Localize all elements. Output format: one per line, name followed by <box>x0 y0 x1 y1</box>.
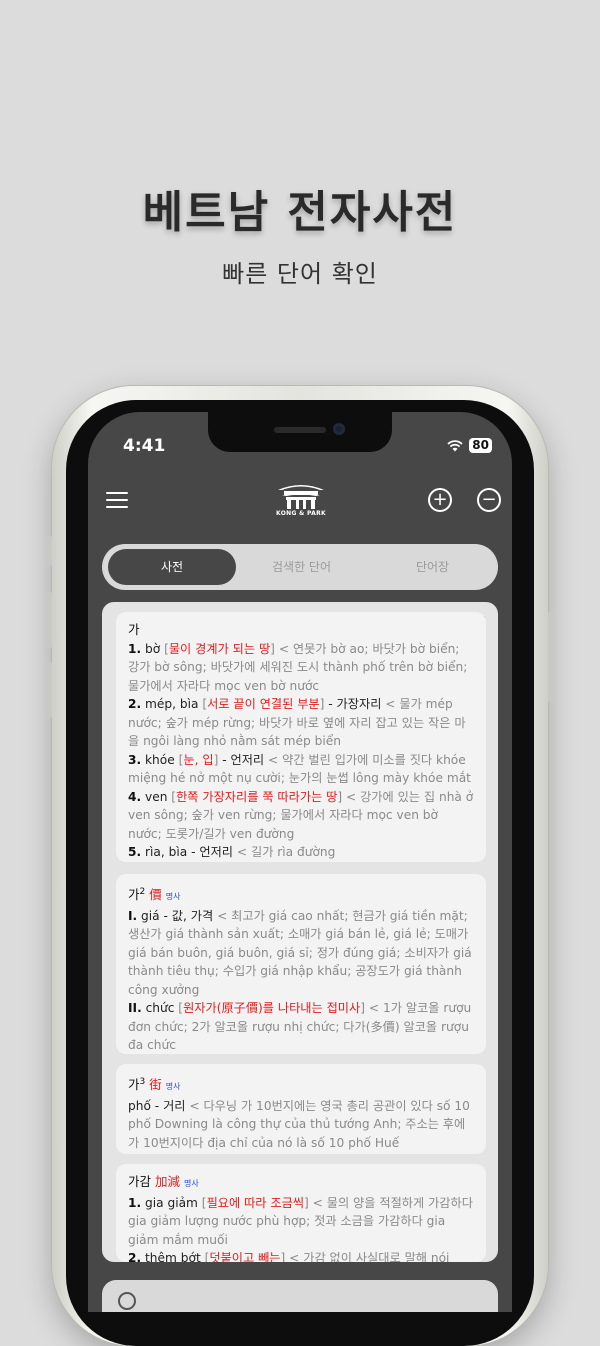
status-time: 4:41 <box>123 436 166 456</box>
app-screen: 4:41 80 KONG & PARK + − 사전 검색한 단어 단어장 가 … <box>88 412 512 1312</box>
tab-search-history[interactable]: 검색한 단어 <box>236 549 367 585</box>
promo-title: 베트남 전자사전 <box>142 187 458 238</box>
entry-headword: 가2 價 명사 <box>128 887 181 903</box>
phone-power-button <box>548 612 553 702</box>
zoom-in-button[interactable]: + <box>428 488 452 512</box>
phone-volume-down <box>47 662 52 718</box>
sense: 1. bờ [물이 경계가 되는 땅] < 연못가 bờ ao; 바닷가 bờ … <box>128 641 468 693</box>
phone-volume-up <box>47 592 52 648</box>
sense: 3. khóe [눈, 입] - 언저리 < 약간 벌린 입가에 미소를 짓다 … <box>128 752 471 786</box>
gate-icon <box>278 485 324 509</box>
part-of-speech: 명사 <box>165 892 181 902</box>
tab-dictionary[interactable]: 사전 <box>108 549 236 585</box>
search-icon <box>118 1292 136 1310</box>
notch <box>208 412 392 452</box>
sense: 4. ven [한쪽 가장자리를 쭉 따라가는 땅] < 강가에 있는 집 nh… <box>128 789 474 841</box>
search-bar[interactable] <box>102 1280 498 1312</box>
part-of-speech: 명사 <box>165 1082 181 1092</box>
brand-logo: KONG & PARK <box>276 482 326 522</box>
sense: 1. gia giảm [필요에 따라 조금씩] < 물의 양을 적절하게 가감… <box>128 1195 473 1247</box>
entry-card[interactable]: 가감 加減 명사 1. gia giảm [필요에 따라 조금씩] < 물의 양을 … <box>116 1164 486 1262</box>
entry-list[interactable]: 가 1. bờ [물이 경계가 되는 땅] < 연못가 bờ ao; 바닷가 b… <box>102 602 498 1262</box>
sense: I. giá - 값, 가격 < 최고가 giá cao nhất; 현금가 g… <box>128 908 472 997</box>
phone-side-button <box>47 536 52 566</box>
sense: 2. mép, bìa [서로 끝이 연결된 부분] - 가장자리 < 물가 m… <box>128 697 466 748</box>
entry-hanja: 街 <box>149 1077 162 1093</box>
tab-wordbook[interactable]: 단어장 <box>367 549 498 585</box>
app-bar: KONG & PARK + − <box>88 482 512 542</box>
zoom-out-button[interactable]: − <box>477 488 501 512</box>
wifi-icon <box>447 439 463 451</box>
entry-headword: 가 <box>128 622 140 637</box>
sense: phố - 거리 < 다우닝 가 10번지에는 영국 총리 공관이 있다 số … <box>128 1098 470 1150</box>
entry-card[interactable]: 가 1. bờ [물이 경계가 되는 땅] < 연못가 bờ ao; 바닷가 b… <box>116 612 486 862</box>
speaker <box>274 427 326 433</box>
entry-card[interactable]: 가2 價 명사 I. giá - 값, 가격 < 최고가 giá cao nhất;… <box>116 874 486 1054</box>
menu-icon[interactable] <box>106 492 128 510</box>
sense: 5. rìa, bìa - 언저리 < 길가 rìa đường <box>128 845 336 859</box>
front-camera <box>333 423 345 435</box>
tab-bar: 사전 검색한 단어 단어장 <box>102 544 498 590</box>
status-indicators: 80 <box>447 438 492 453</box>
entry-card[interactable]: 가3 街 명사 phố - 거리 < 다우닝 가 10번지에는 영국 총리 공관이 … <box>116 1064 486 1154</box>
entry-headword: 가감 加減 명사 <box>128 1174 199 1189</box>
promo-subtitle: 빠른 단어 확인 <box>222 260 378 288</box>
part-of-speech: 명사 <box>184 1179 199 1188</box>
entry-headword: 가3 街 명사 <box>128 1077 181 1093</box>
brand-logo-text: KONG & PARK <box>276 510 326 517</box>
sense: II. chức [원자가(原子價)를 나타내는 접미사] < 1가 알코올 r… <box>128 1001 472 1053</box>
entry-hanja: 加減 <box>155 1174 181 1189</box>
battery-indicator: 80 <box>469 438 492 453</box>
sense: 2. thêm bớt [덧붙이고 빼는] < 가감 없이 사실대로 말해 nó… <box>128 1251 450 1262</box>
entry-hanja: 價 <box>149 887 162 903</box>
